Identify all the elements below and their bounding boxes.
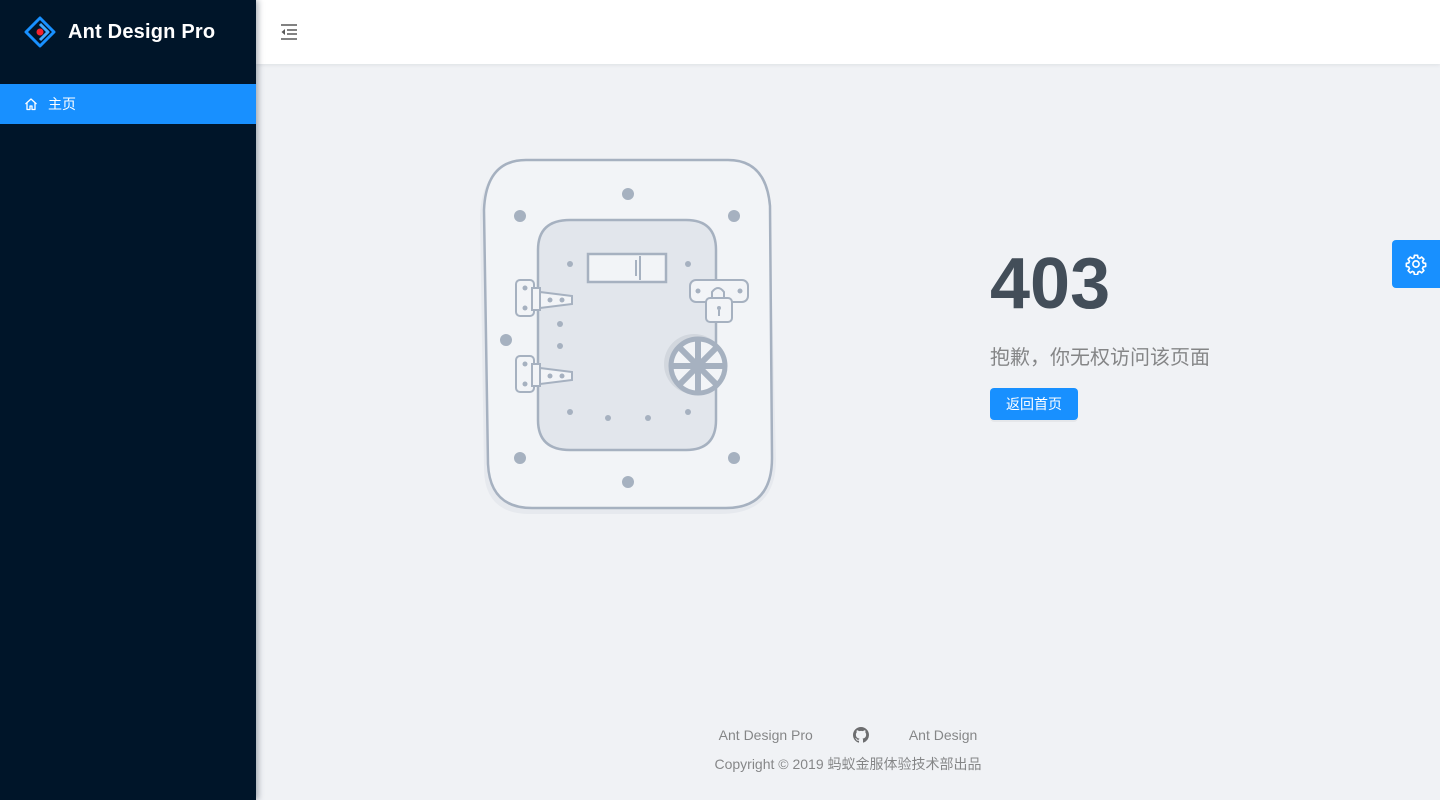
footer-link-ant-design-pro[interactable]: Ant Design Pro	[719, 727, 813, 743]
global-footer: Ant Design Pro Ant Design Copyright © 20…	[256, 724, 1440, 775]
app-title: Ant Design Pro	[68, 20, 216, 43]
exception-info: 403 抱歉，你无权访问该页面 返回首页	[990, 248, 1210, 420]
error-code: 403	[990, 244, 1111, 324]
sidebar-menu: 主页	[0, 84, 256, 124]
error-description: 抱歉，你无权访问该页面	[990, 347, 1210, 369]
top-header	[256, 0, 1440, 64]
footer-link-ant-design[interactable]: Ant Design	[909, 727, 977, 743]
menu-fold-icon[interactable]	[278, 21, 300, 43]
back-home-button[interactable]: 返回首页	[990, 388, 1078, 420]
footer-links: Ant Design Pro Ant Design	[256, 724, 1440, 746]
copyright-text: Copyright © 2019 蚂蚁金服体验技术部出品	[714, 756, 982, 772]
sidebar-item-home[interactable]: 主页	[0, 84, 256, 124]
home-icon	[25, 98, 37, 111]
ant-design-logo-icon	[24, 16, 56, 48]
github-icon[interactable]	[852, 727, 869, 743]
locked-vault-illustration	[480, 158, 776, 514]
sidebar-item-label: 主页	[48, 96, 76, 112]
gear-icon	[1405, 254, 1427, 275]
main-content: 403 抱歉，你无权访问该页面 返回首页 Ant Design Pro Ant …	[256, 64, 1440, 800]
logo[interactable]: Ant Design Pro	[0, 0, 256, 64]
sidebar: Ant Design Pro 主页	[0, 0, 256, 800]
settings-drawer-button[interactable]	[1392, 240, 1440, 288]
